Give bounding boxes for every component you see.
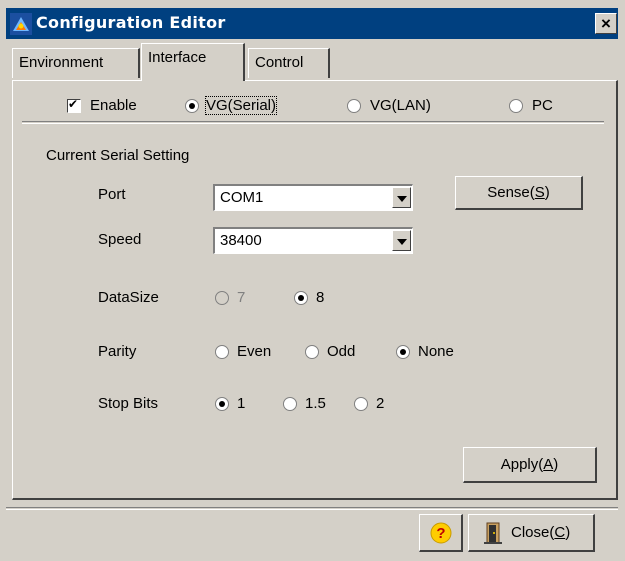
radio-datasize-7[interactable] [215,291,229,305]
parity-even-label: Even [237,343,272,360]
sense-label: Sense( [487,184,535,201]
speed-label: Speed [98,231,142,248]
group-label: Current Serial Setting [46,147,190,164]
enable-label: Enable [90,97,137,114]
sense-key: S [534,184,545,201]
help-icon: ? [430,522,452,544]
radio-datasize-8[interactable] [294,291,308,305]
radio-parity-odd[interactable] [305,345,319,359]
divider [22,121,604,124]
radio-vg-serial[interactable] [185,99,199,113]
stopbits-1-label: 1 [237,395,246,412]
datasize-label: DataSize [98,289,159,306]
parity-odd-label: Odd [327,343,356,360]
close-key: C [554,524,566,541]
parity-none-label: None [418,343,454,360]
apply-button[interactable]: Apply(A) [463,447,597,483]
tab-environment[interactable]: Environment [12,48,140,78]
enable-checkbox[interactable] [67,97,81,113]
apply-key: A [543,456,554,473]
radio-stopbits-1[interactable] [215,397,229,411]
tab-interface[interactable]: Interface [141,43,245,81]
app-icon [10,13,32,35]
tab-control[interactable]: Control [248,48,330,78]
sense-button[interactable]: Sense(S) [455,176,583,210]
close-button[interactable]: Close(C) [468,514,595,552]
help-glyph: ? [436,525,445,542]
radio-pc-label: PC [532,97,553,114]
apply-label: Apply( [500,456,544,473]
radio-vg-lan[interactable] [347,99,361,113]
exit-door-icon [484,522,502,544]
radio-vg-serial-label: VG(Serial) [204,96,278,115]
radio-pc[interactable] [509,99,523,113]
radio-parity-even[interactable] [215,345,229,359]
title-bar[interactable]: Configuration Editor × [6,8,618,39]
port-dropdown[interactable]: COM1 [213,184,413,211]
port-value: COM1 [220,189,264,206]
stopbits-1-5-label: 1.5 [305,395,326,412]
close-label: Close( [511,524,555,541]
speed-value: 38400 [220,232,262,249]
port-label: Port [98,186,126,203]
radio-vg-lan-label: VG(LAN) [370,97,431,114]
footer-divider [6,507,618,510]
close-close-paren: ) [565,524,571,541]
stopbits-label: Stop Bits [98,395,159,412]
window-title: Configuration Editor [36,13,226,32]
sense-close-paren: ) [544,184,550,201]
radio-stopbits-1-5[interactable] [283,397,297,411]
datasize-8-label: 8 [316,289,325,306]
close-icon[interactable]: × [595,13,617,34]
configuration-editor-window: Configuration Editor × Environment Inter… [0,0,625,561]
chevron-down-icon[interactable] [392,230,411,251]
radio-parity-none[interactable] [396,345,410,359]
help-button[interactable]: ? [419,514,463,552]
apply-close-paren: ) [553,456,559,473]
datasize-7-label: 7 [237,289,246,306]
speed-dropdown[interactable]: 38400 [213,227,413,254]
stopbits-2-label: 2 [376,395,385,412]
radio-stopbits-2[interactable] [354,397,368,411]
chevron-down-icon[interactable] [392,187,411,208]
parity-label: Parity [98,343,137,360]
